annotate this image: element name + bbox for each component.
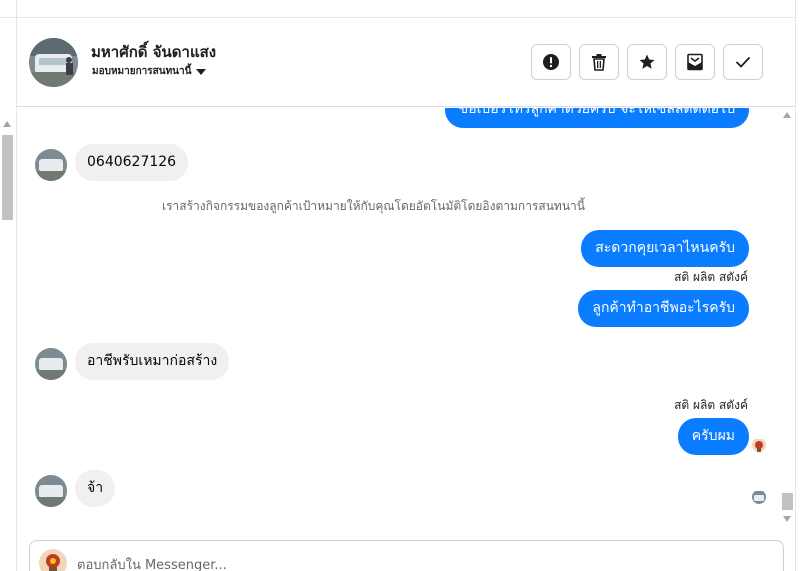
message-bubble-outgoing: ขอเบอร์โทรลูกค้าด้วยครับ จะให้เซลล์ติดต่… — [444, 108, 749, 128]
mark-unread-icon — [687, 53, 703, 71]
right-panel-edge — [795, 0, 805, 571]
mark-spam-button[interactable] — [531, 44, 571, 80]
chat-scrollbar[interactable] — [779, 108, 795, 528]
message-bubble-outgoing: ครับผม — [677, 418, 749, 455]
contact-avatar-small — [35, 475, 67, 507]
alert-icon — [543, 54, 559, 70]
mark-unread-button[interactable] — [675, 44, 715, 80]
trash-icon — [592, 54, 606, 71]
contact-seen-avatar — [752, 490, 766, 504]
star-icon — [639, 54, 655, 69]
star-button[interactable] — [627, 44, 667, 80]
contact-avatar[interactable] — [29, 38, 78, 87]
reply-input[interactable] — [77, 553, 767, 571]
message-bubble-incoming: 0640627126 — [75, 144, 189, 181]
chat-scrollbar-thumb[interactable] — [782, 493, 793, 510]
message-bubble-incoming: จ้า — [75, 470, 116, 507]
message-thread[interactable]: ขอเบอร์โทรลูกค้าด้วยครับ จะให้เซลล์ติดต่… — [17, 108, 777, 528]
scroll-up-arrow-icon[interactable] — [3, 121, 11, 127]
contact-avatar-small — [35, 149, 67, 181]
check-icon — [735, 56, 751, 68]
header-actions — [531, 44, 763, 80]
assign-label: มอบหมายการสนทนานี้ — [92, 66, 192, 77]
chevron-down-icon — [196, 68, 207, 75]
message-bubble-incoming: อาชีพรับเหมาก่อสร้าง — [75, 343, 230, 380]
assign-conversation-dropdown[interactable]: มอบหมายการสนทนานี้ — [92, 64, 207, 79]
left-scrollbar-thumb[interactable] — [2, 135, 13, 220]
left-panel-edge — [0, 0, 17, 571]
contact-name[interactable]: มหาศักดิ์ จันดาแสง — [91, 40, 216, 64]
sender-name: สติ ผลิต สตังค์ — [674, 398, 748, 412]
agent-seen-avatar — [752, 438, 766, 452]
reply-composer — [29, 540, 784, 571]
sender-name: สติ ผลิต สตังค์ — [674, 270, 748, 284]
mark-done-button[interactable] — [723, 44, 763, 80]
system-note: เราสร้างกิจกรรมของลูกค้าเป้าหมายให้กับคุ… — [162, 199, 585, 213]
conversation-header: มหาศักดิ์ จันดาแสง มอบหมายการสนทนานี้ — [17, 18, 795, 107]
scroll-up-arrow-icon[interactable] — [783, 112, 791, 118]
message-bubble-outgoing: ลูกค้าทำอาชีพอะไรครับ — [578, 290, 749, 327]
contact-avatar-small — [35, 348, 67, 380]
scroll-down-arrow-icon[interactable] — [783, 516, 791, 522]
divider — [0, 17, 17, 18]
message-bubble-outgoing: สะดวกคุยเวลาไหนครับ — [581, 230, 749, 267]
delete-button[interactable] — [579, 44, 619, 80]
agent-avatar — [39, 549, 67, 571]
